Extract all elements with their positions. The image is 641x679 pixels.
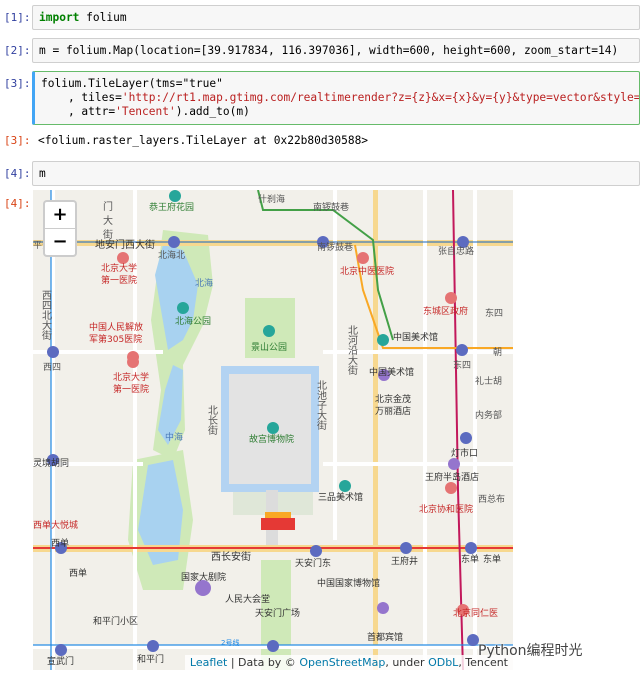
label-jfj-b: 军第305医院 — [89, 333, 142, 345]
label-beichizi: 北池子大街 — [315, 380, 327, 431]
code-cell-1[interactable]: import folium — [32, 5, 640, 30]
label-xidan2: 西单 — [69, 567, 87, 579]
label-gongwang: 恭王府花园 — [149, 201, 194, 213]
label-xidan: 西单 — [51, 537, 69, 549]
label-xichang: 西长安街 — [211, 550, 251, 563]
osm-link[interactable]: OpenStreetMap — [299, 656, 385, 669]
code-text: folium — [79, 11, 127, 24]
label-dianmen: 地安门西大街 — [95, 238, 155, 251]
label-xizongbu: 西总布 — [478, 493, 505, 505]
label-renmin: 人民大会堂 — [225, 593, 270, 605]
cell-1-prompt: [1]: — [4, 11, 31, 24]
label-dongcheng: 东城区政府 — [423, 305, 468, 317]
map-tiles: 恭王府花园 什刹海 南锣鼓巷 门 大 街 平安里 地安门西大街 北海北 南锣鼓巷… — [33, 190, 513, 670]
code-cell-2[interactable]: m = folium.Map(location=[39.917834, 116.… — [32, 38, 640, 63]
label-shoudu: 首都宾馆 — [367, 631, 403, 643]
label-tiananmendong: 天安门东 — [295, 557, 331, 569]
label-dengshikou: 灯市口 — [451, 447, 478, 459]
label-beihaibei: 北海北 — [158, 249, 185, 261]
code-line-3: , attr='Tencent').add_to(m) — [41, 105, 250, 118]
output-3-prompt: [3]: — [4, 134, 31, 147]
label-pku-a: 北京大学 — [101, 262, 137, 274]
label-xidan-mall: 西单大悦城 — [33, 519, 78, 531]
leaflet-link[interactable]: Leaflet — [190, 656, 227, 669]
label-pkufirst2-b: 第一医院 — [113, 383, 149, 395]
label-menda: 门 — [103, 200, 113, 213]
code-keyword: import — [39, 11, 80, 24]
label-chao: 朝 — [493, 347, 502, 358]
label-xisi: 西四 — [43, 362, 61, 373]
output-3-text: <folium.raster_layers.TileLayer at 0x22b… — [38, 134, 369, 147]
label-gugong: 故宫博物院 — [249, 433, 294, 445]
label-jfj-a: 中国人民解放 — [89, 321, 143, 333]
label-meishuguan2: 中国美术馆 — [369, 366, 414, 378]
label-jingshan: 景山公园 — [251, 342, 287, 353]
code-cell-4[interactable]: m — [32, 161, 640, 186]
cell-2-prompt: [2]: — [4, 44, 31, 57]
folium-map[interactable]: 恭王府花园 什刹海 南锣鼓巷 门 大 街 平安里 地安门西大街 北海北 南锣鼓巷… — [33, 190, 513, 670]
label-beichang: 北长街 — [206, 405, 218, 436]
label-xuanwumen: 宣武门 — [47, 655, 74, 667]
output-4-prompt: [4]: — [4, 197, 31, 210]
odbl-link[interactable]: ODbL — [428, 656, 458, 669]
label-jinchong-b: 万丽酒店 — [375, 405, 411, 417]
label-sanpin: 三品美术馆 — [318, 491, 363, 503]
zoom-control: + − — [43, 200, 77, 257]
label-nanluoguxiang: 南锣鼓巷 — [313, 201, 349, 213]
label-heping: 和平门小区 — [93, 615, 138, 627]
cell-3-prompt: [3]: — [4, 77, 31, 90]
label-beihaipark: 北海公园 — [175, 315, 211, 327]
label-pkufirst2-a: 北京大学 — [113, 371, 149, 383]
label-wangfujing-hotel: 王府半岛酒店 — [425, 471, 479, 483]
label-museum: 中国国家博物馆 — [317, 577, 380, 589]
label-dongsi2: 东四 — [453, 359, 471, 371]
label-lishihu: 礼士胡 — [475, 375, 502, 387]
label-tiananmen-sq: 天安门广场 — [255, 607, 300, 619]
label-grand-theatre: 国家大剧院 — [181, 571, 226, 583]
label-tongren: 北京同仁医 — [453, 607, 498, 619]
label-xisibei: 西四北大街 — [40, 290, 52, 341]
watermark: Python编程时光 — [478, 643, 583, 659]
label-beijing-zhongyi: 北京中医医院 — [340, 265, 394, 277]
code-cell-3[interactable]: folium.TileLayer(tms="true" , tiles='htt… — [32, 71, 640, 125]
zoom-out-button[interactable]: − — [45, 228, 75, 255]
label-dongdan: 东单 — [461, 553, 479, 565]
label-beiheyan: 北河沿大街 — [346, 325, 358, 376]
cell-4-prompt: [4]: — [4, 167, 31, 180]
label-zhonghai: 中海 — [165, 431, 183, 443]
label-wangfujing: 王府井 — [391, 555, 418, 567]
label-menda2: 大 — [103, 214, 113, 227]
code-text: m = folium.Map(location=[39.917834, 116.… — [39, 44, 619, 57]
label-dongsi: 东四 — [485, 307, 503, 319]
label-xiehe: 北京协和医院 — [419, 503, 473, 515]
label-jinchong-a: 北京金茂 — [375, 393, 411, 405]
code-text: m — [39, 167, 46, 180]
label-zhangzizhong: 张自忠路 — [438, 245, 474, 257]
label-beihai: 北海 — [195, 277, 213, 289]
map-attribution: Leaflet | Data by © OpenStreetMap, under… — [184, 655, 513, 670]
label-neiwubu: 内务部 — [475, 409, 502, 421]
label-line2: 2号线 — [221, 638, 239, 647]
zoom-in-button[interactable]: + — [45, 202, 75, 228]
label-hepingmen: 和平门 — [137, 653, 164, 665]
label-shichahai: 什刹海 — [258, 193, 285, 205]
code-line-1: folium.TileLayer(tms="true" — [41, 77, 223, 90]
label-nanluogu2: 南锣鼓巷 — [317, 241, 353, 253]
label-dongdan2: 东单 — [483, 553, 501, 565]
label-pku-b: 第一医院 — [101, 274, 137, 286]
label-meishuguan: 中国美术馆 — [393, 331, 438, 343]
label-lingjing: 灵境胡同 — [33, 457, 69, 469]
code-line-2: , tiles='http://rt1.map.gtimg.com/realti… — [41, 91, 640, 104]
